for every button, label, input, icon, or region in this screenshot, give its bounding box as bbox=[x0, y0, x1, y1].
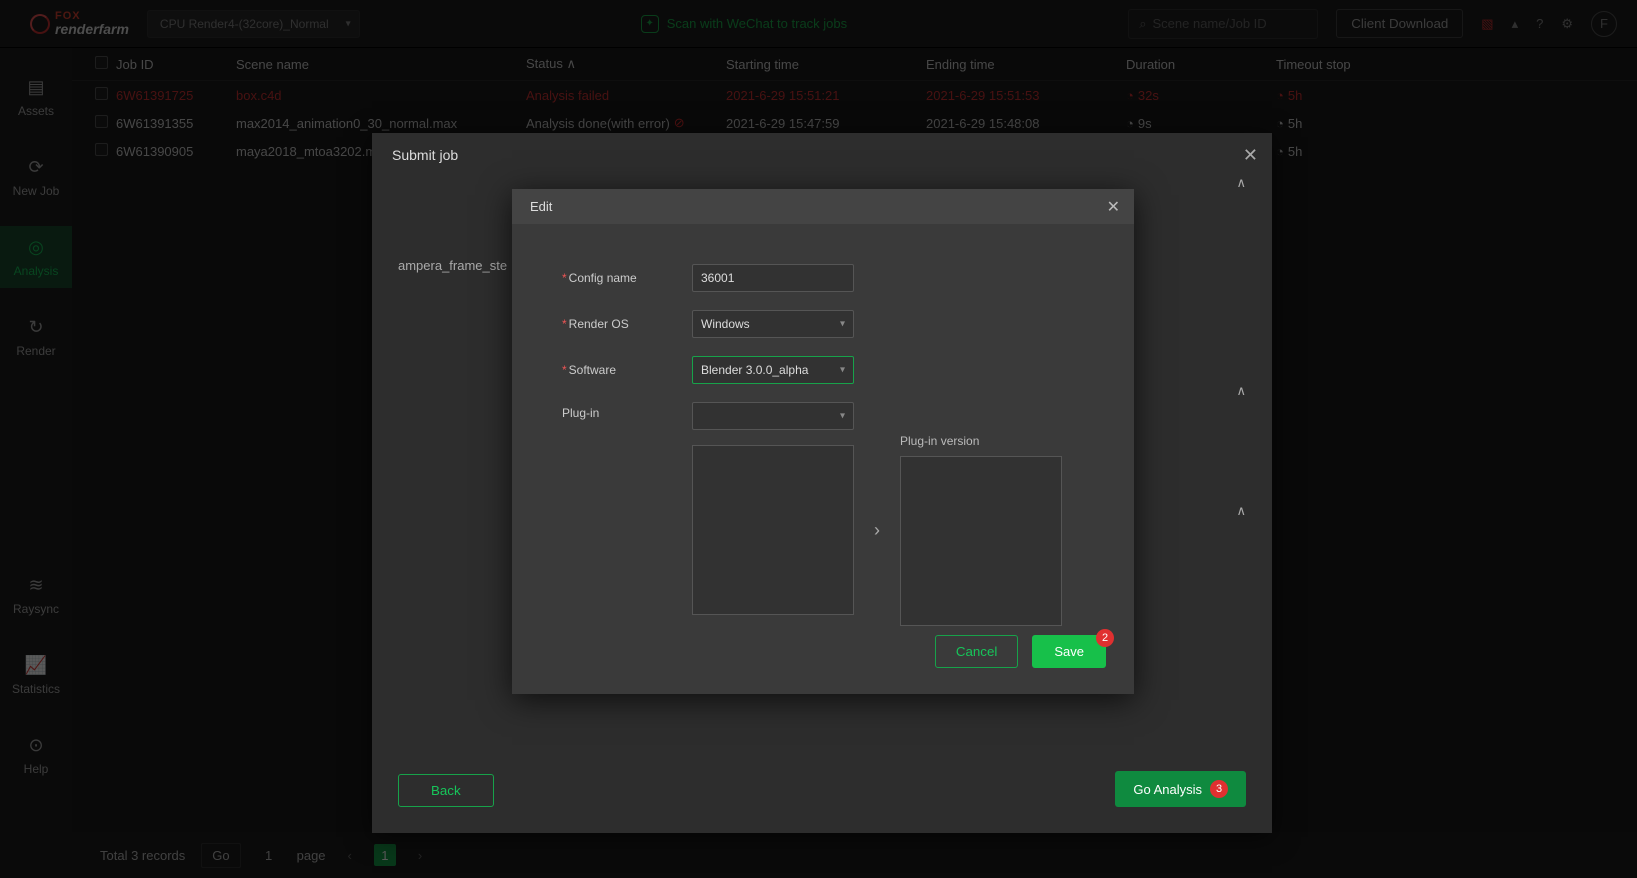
submit-modal-title: Submit job bbox=[372, 133, 1272, 177]
step-badge: 2 bbox=[1096, 629, 1114, 647]
transfer-right-icon[interactable]: › bbox=[874, 520, 880, 541]
software-select[interactable]: Blender 3.0.0_alpha bbox=[692, 356, 854, 384]
render-os-label: *Render OS bbox=[562, 317, 692, 331]
render-os-select[interactable]: Windows bbox=[692, 310, 854, 338]
config-name-input[interactable] bbox=[692, 264, 854, 292]
cancel-button[interactable]: Cancel bbox=[935, 635, 1019, 668]
save-label: Save bbox=[1054, 644, 1084, 659]
close-icon[interactable]: ✕ bbox=[1107, 197, 1120, 217]
chevron-up-icon[interactable]: ∧ bbox=[1236, 503, 1246, 519]
close-icon[interactable]: ✕ bbox=[1243, 145, 1258, 166]
plugin-select[interactable] bbox=[692, 402, 854, 430]
go-analysis-label: Go Analysis bbox=[1133, 782, 1202, 797]
step-badge: 3 bbox=[1210, 780, 1228, 798]
back-button[interactable]: Back bbox=[398, 774, 494, 807]
edit-modal-title: Edit bbox=[512, 189, 1134, 224]
save-button[interactable]: Save 2 bbox=[1032, 635, 1106, 668]
software-label: *Software bbox=[562, 363, 692, 377]
chevron-up-icon[interactable]: ∧ bbox=[1236, 383, 1246, 399]
plugin-list-left[interactable] bbox=[692, 445, 854, 615]
chevron-up-icon[interactable]: ∧ bbox=[1236, 175, 1246, 191]
plugin-version-label: Plug-in version bbox=[900, 434, 1062, 448]
edit-config-modal: Edit ✕ *Config name *Render OS Windows *… bbox=[512, 189, 1134, 694]
go-analysis-button[interactable]: Go Analysis 3 bbox=[1115, 771, 1246, 807]
config-name-label: *Config name bbox=[562, 271, 692, 285]
plugin-list-right[interactable] bbox=[900, 456, 1062, 626]
plugin-label: Plug-in bbox=[562, 402, 692, 420]
